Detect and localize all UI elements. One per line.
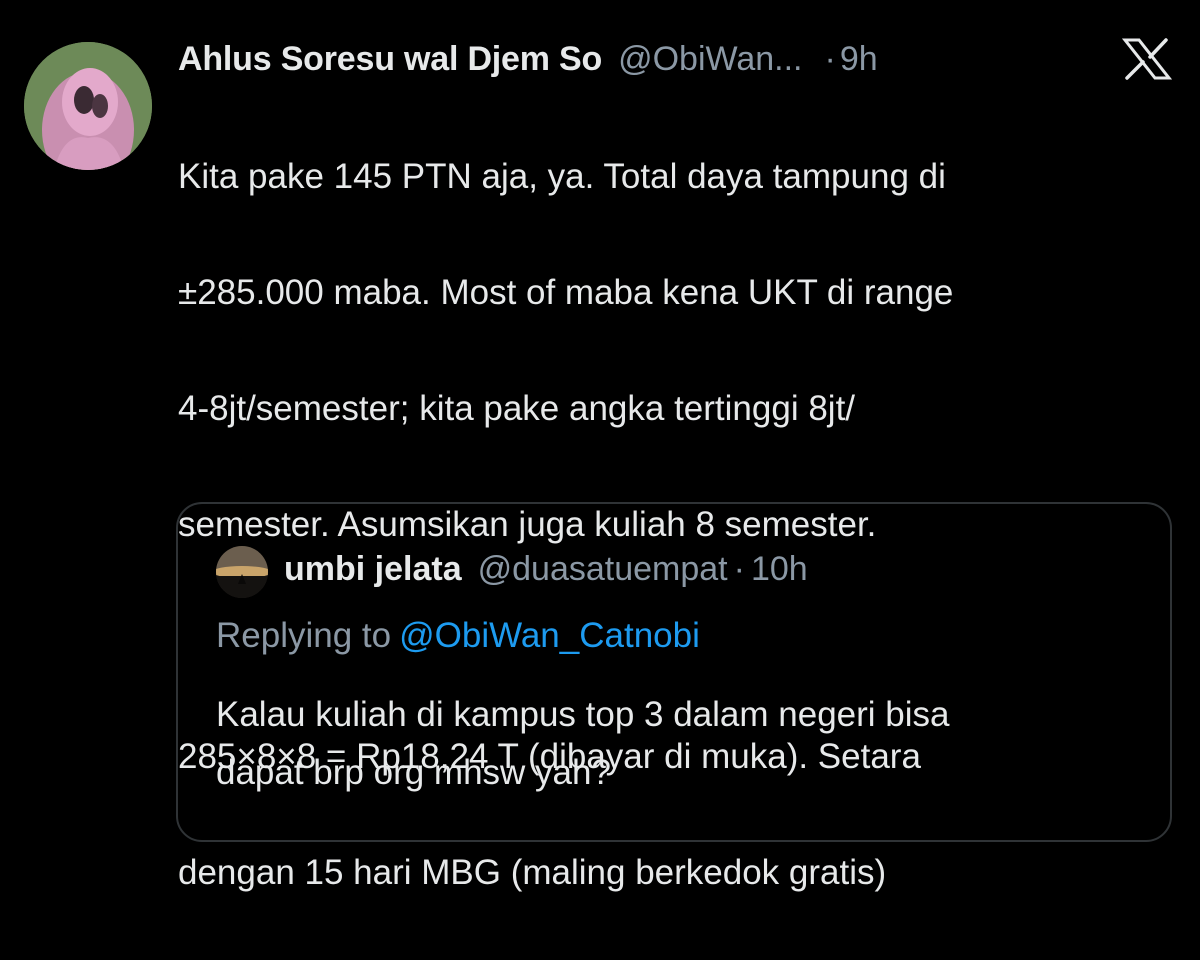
replying-to: Replying to @ObiWan_Catnobi	[216, 616, 700, 656]
tweet: Ahlus Soresu wal Djem So @ObiWan... · 9h…	[0, 0, 1200, 892]
tweet-header: Ahlus Soresu wal Djem So @ObiWan... · 9h	[178, 36, 878, 82]
quoted-avatar[interactable]	[216, 546, 268, 598]
separator-dot: ·	[824, 39, 836, 78]
quoted-body: Kalau kuliah di kampus top 3 dalam neger…	[216, 686, 1156, 802]
x-logo-icon	[1122, 38, 1172, 80]
user-handle[interactable]: @ObiWan...	[618, 40, 802, 79]
quoted-body-line: dapat brp org mhsw yah?	[216, 753, 611, 792]
quoted-user-handle[interactable]: @duasatuempat	[478, 550, 728, 589]
tweet-timestamp[interactable]: 9h	[840, 40, 878, 79]
tweet-body-line: dengan 15 hari MBG (maling berkedok grat…	[178, 853, 887, 892]
mention-link[interactable]: @ObiWan_Catnobi	[399, 616, 700, 655]
display-name[interactable]: Ahlus Soresu wal Djem So	[178, 40, 602, 79]
separator-dot: ·	[733, 549, 745, 588]
quoted-header: umbi jelata @duasatuempat · 10h	[284, 544, 808, 594]
quoted-tweet[interactable]: umbi jelata @duasatuempat · 10h Replying…	[176, 502, 1172, 842]
avatar[interactable]	[24, 42, 152, 170]
tweet-body-line: 4-8jt/semester; kita pake angka tertingg…	[178, 389, 856, 428]
tweet-body-line: ±285.000 maba. Most of maba kena UKT di …	[178, 273, 954, 312]
tweet-body-line: Kita pake 145 PTN aja, ya. Total daya ta…	[178, 157, 946, 196]
quoted-body-line: Kalau kuliah di kampus top 3 dalam neger…	[216, 695, 950, 734]
quoted-timestamp[interactable]: 10h	[751, 550, 808, 589]
replying-to-label: Replying to	[216, 616, 392, 655]
quoted-display-name[interactable]: umbi jelata	[284, 550, 462, 589]
